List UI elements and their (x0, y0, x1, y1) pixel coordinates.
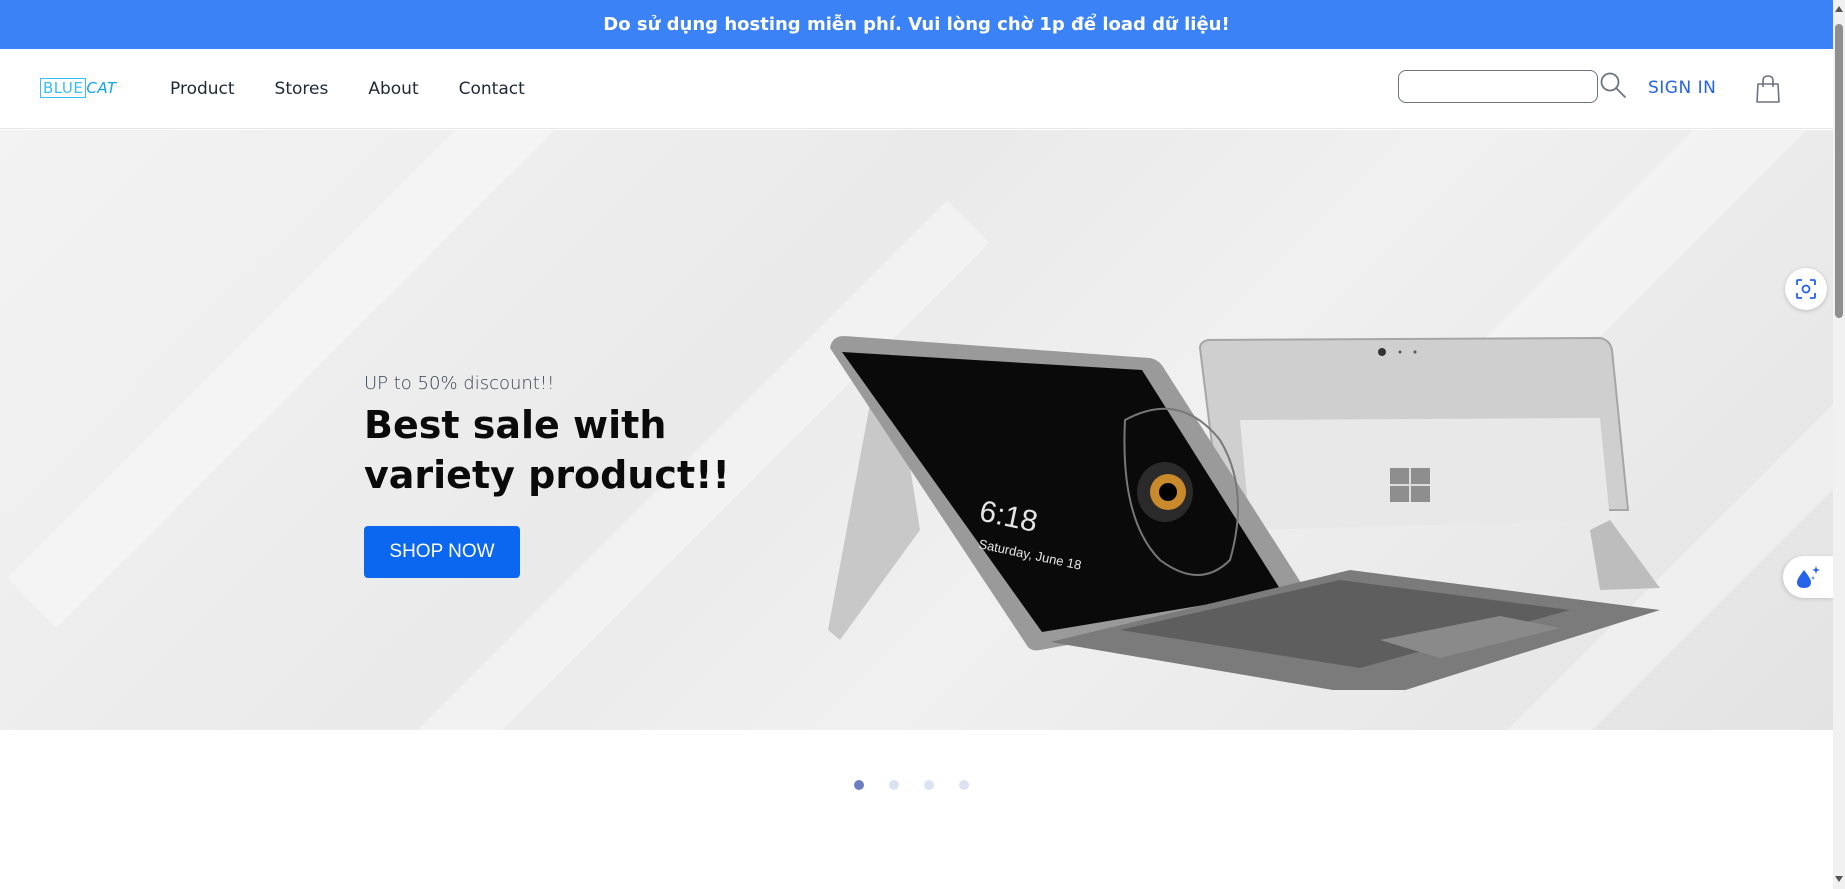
logo-part-2: CAT (86, 79, 117, 97)
search-input[interactable] (1398, 70, 1598, 103)
sign-in-button[interactable]: SIGN IN (1648, 78, 1716, 98)
carousel-dot-1[interactable] (854, 780, 864, 790)
scan-icon (1796, 279, 1816, 299)
nav-about[interactable]: About (368, 79, 418, 99)
scroll-thumb[interactable] (1835, 24, 1843, 318)
nav-stores[interactable]: Stores (275, 79, 329, 99)
shopping-bag-icon[interactable] (1754, 74, 1782, 104)
nav-product[interactable]: Product (170, 79, 235, 99)
page-scrollbar[interactable] (1833, 0, 1845, 889)
shop-now-button[interactable]: SHOP NOW (364, 526, 520, 578)
page: Do sử dụng hosting miễn phí. Vui lòng ch… (0, 0, 1845, 889)
carousel-dot-4[interactable] (959, 780, 969, 790)
nav-contact[interactable]: Contact (459, 79, 525, 99)
carousel-dot-2[interactable] (889, 780, 899, 790)
site-header: BLUE CAT Product Stores About Contact SI… (0, 49, 1833, 129)
hero-banner: UP to 50% discount!! Best sale with vari… (0, 130, 1833, 730)
notice-banner: Do sử dụng hosting miễn phí. Vui lòng ch… (0, 0, 1833, 49)
carousel-dot-3[interactable] (924, 780, 934, 790)
hero-subtitle: UP to 50% discount!! (364, 373, 555, 394)
logo-part-1: BLUE (40, 78, 87, 98)
theme-button[interactable] (1783, 556, 1833, 598)
scan-button[interactable] (1785, 268, 1827, 310)
scroll-down-arrow[interactable] (1835, 876, 1843, 882)
main-nav: Product Stores About Contact (170, 79, 525, 99)
hero-headline: Best sale with variety product!! (364, 403, 730, 497)
carousel-dots (854, 780, 969, 790)
water-drop-icon (1797, 566, 1820, 588)
hero-text: UP to 50% discount!! Best sale with vari… (364, 373, 784, 578)
search-icon[interactable] (1599, 71, 1627, 99)
notice-text: Do sử dụng hosting miễn phí. Vui lòng ch… (603, 14, 1230, 35)
logo[interactable]: BLUE CAT (40, 75, 120, 101)
laptop-product-image: 6:18 Saturday, June 18 (828, 336, 1660, 690)
scroll-up-arrow[interactable] (1835, 6, 1843, 12)
